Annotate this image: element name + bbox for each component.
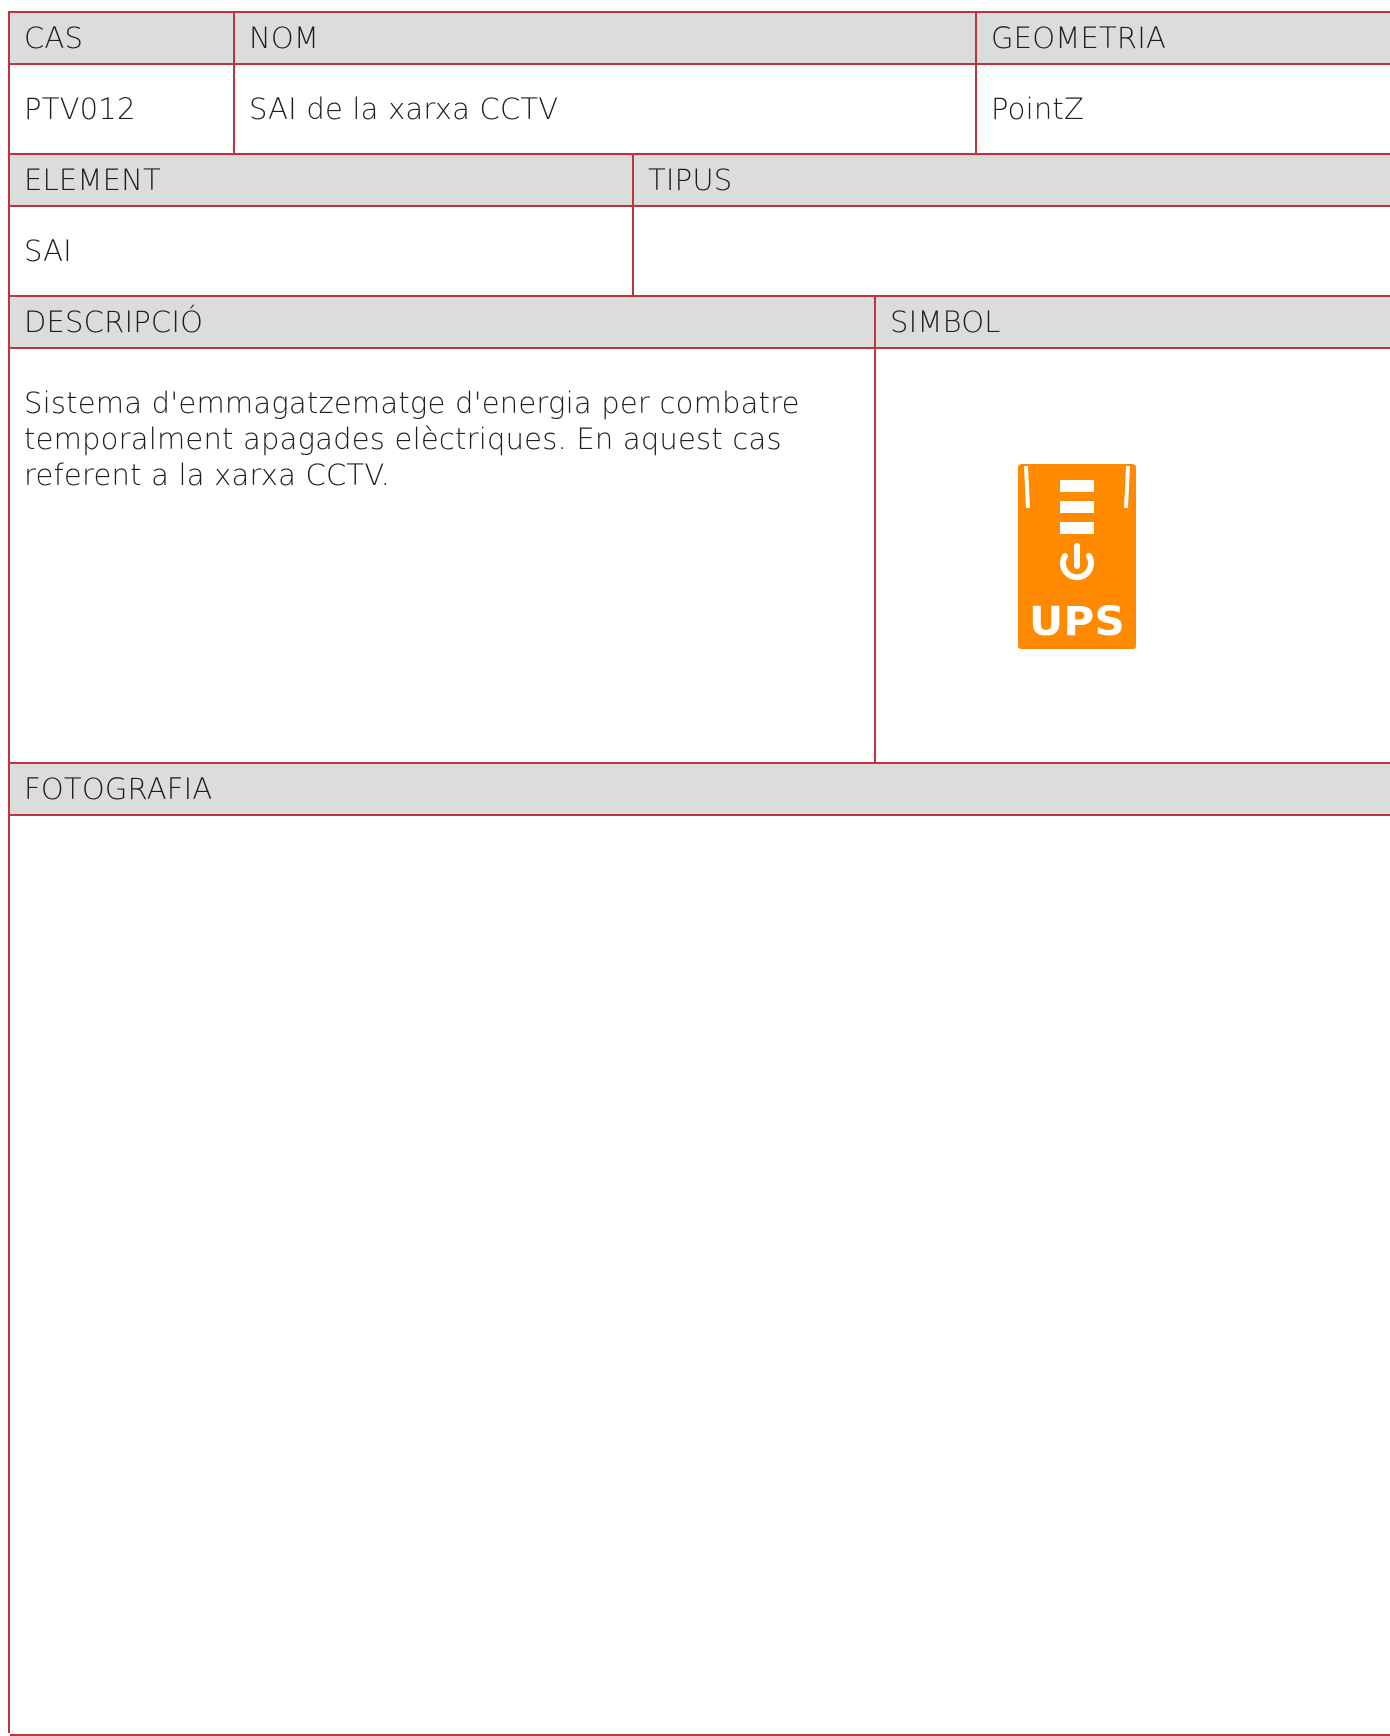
fotografia-header: FOTOGRAFIA xyxy=(10,764,1390,816)
descripcio-cell: Sistema d'emmagatzematge d'energia per c… xyxy=(10,349,876,764)
geometria-header: GEOMETRIA xyxy=(977,13,1390,65)
fotografia-area xyxy=(10,816,1390,1736)
symbol-container: UPS xyxy=(876,349,1278,762)
descripcio-value: Sistema d'emmagatzematge d'energia per c… xyxy=(24,386,800,492)
descripcio-header: DESCRIPCIÓ xyxy=(10,297,876,349)
tipus-header: TIPUS xyxy=(634,155,1390,207)
simbol-header: SIMBOL xyxy=(876,297,1390,349)
nom-header: NOM xyxy=(235,13,977,65)
geometria-value: PointZ xyxy=(977,65,1390,155)
element-value: SAI xyxy=(10,207,634,297)
tipus-value xyxy=(634,207,1390,297)
record-sheet: CAS NOM GEOMETRIA PTV012 SAI de la xarxa… xyxy=(8,11,1390,1736)
nom-value: SAI de la xarxa CCTV xyxy=(235,65,977,155)
cas-value: PTV012 xyxy=(10,65,235,155)
ups-label: UPS xyxy=(1029,599,1125,645)
cas-header: CAS xyxy=(10,13,235,65)
ups-icon: UPS xyxy=(1018,463,1136,649)
simbol-cell: UPS xyxy=(876,349,1390,764)
element-header: ELEMENT xyxy=(10,155,634,207)
